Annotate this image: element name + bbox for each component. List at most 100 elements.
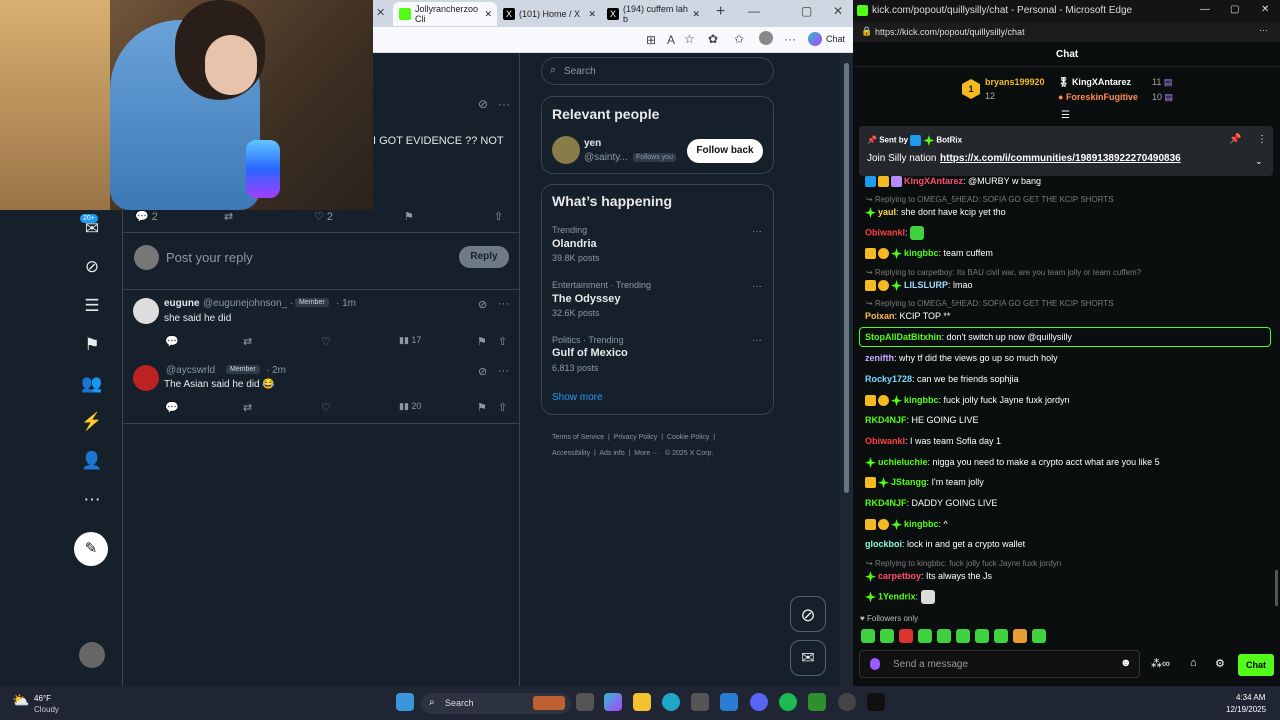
show-more-link[interactable]: Show more: [552, 392, 603, 403]
emote-icon[interactable]: [1013, 629, 1027, 643]
trend-name[interactable]: Olandria: [552, 238, 597, 250]
trend-name[interactable]: The Odyssey: [552, 293, 620, 305]
more-icon[interactable]: ···: [752, 226, 762, 237]
reply-input[interactable]: Post your reply: [166, 250, 253, 265]
bookmark-icon[interactable]: ⚑: [404, 210, 414, 223]
more-options-icon[interactable]: ⋯: [81, 489, 103, 511]
pinned-link[interactable]: https://x.com/i/communities/198913892227…: [940, 153, 1181, 164]
avatar[interactable]: [133, 365, 159, 391]
close-icon[interactable]: ✕: [692, 9, 700, 20]
more-icon[interactable]: ···: [498, 365, 509, 377]
close-icon[interactable]: ✕: [588, 9, 596, 20]
reply-button[interactable]: Reply: [459, 246, 509, 268]
spotify-icon[interactable]: [779, 693, 797, 711]
link-icon[interactable]: ⁂∞: [1151, 657, 1170, 670]
gifter-2[interactable]: 🎖 KingXAntarez: [1058, 77, 1131, 88]
reply-icon[interactable]: 💬: [165, 335, 179, 348]
chat-message[interactable]: 1Yendrix:: [865, 590, 935, 604]
kick-address-bar[interactable]: 🔒 https://kick.com/popout/quillysilly/ch…: [853, 22, 1280, 42]
person-name[interactable]: yen: [584, 138, 601, 149]
chat-label[interactable]: Chat: [826, 34, 845, 44]
emote-icon[interactable]: [975, 629, 989, 643]
chat-message[interactable]: kingbbc: fuck jolly fuck Jayne fuxk jord…: [865, 395, 1070, 407]
message-input[interactable]: Send a message ☻: [859, 650, 1140, 678]
reply-context[interactable]: ↪ Replying to kingbbc: fuck jolly fuck J…: [866, 559, 1061, 568]
reply-count[interactable]: 💬 2: [135, 210, 158, 223]
store-icon[interactable]: [691, 693, 709, 711]
reply-author-handle[interactable]: @aycswrld: [166, 365, 215, 376]
reply-context[interactable]: ↪ Replying to OMEGA_5HEAD: SOFIA GO GET …: [866, 299, 1114, 308]
pin-icon[interactable]: 📌: [1229, 134, 1241, 145]
microphone-icon[interactable]: [870, 658, 880, 670]
weather-temp[interactable]: 46°F: [34, 694, 51, 703]
compose-post-button[interactable]: ✎: [74, 532, 108, 566]
minimize-icon[interactable]: —: [748, 4, 760, 18]
top-gifter-name[interactable]: bryans199920: [985, 77, 1045, 87]
emote-icon[interactable]: [899, 629, 913, 643]
chat-message[interactable]: KingXAntarez: @MURBY w bang: [865, 176, 1041, 188]
reply-context[interactable]: ↪ Replying to carpetboy: Its BAU civil w…: [866, 268, 1141, 277]
scrollbar-thumb[interactable]: [1275, 570, 1278, 606]
settings-gear-icon[interactable]: ⚙: [1215, 657, 1225, 670]
chat-message[interactable]: glockboi: lock in and get a crypto walle…: [865, 539, 1025, 549]
chevron-down-icon[interactable]: ⌄: [1255, 156, 1263, 167]
task-view-icon[interactable]: [576, 693, 594, 711]
emote-icon[interactable]: [937, 629, 951, 643]
footer-link[interactable]: Accessibility: [552, 450, 590, 457]
close-icon[interactable]: ✕: [484, 9, 492, 20]
tiktok-icon[interactable]: [867, 693, 885, 711]
like-icon[interactable]: ♡: [321, 335, 331, 348]
obs-icon[interactable]: [838, 693, 856, 711]
chat-message[interactable]: JStangg: I'm team jolly: [865, 477, 984, 489]
reply-time[interactable]: · 1m: [336, 298, 356, 309]
tab-x-home[interactable]: X (101) Home / X ✕: [497, 2, 601, 26]
emoji-icon[interactable]: ☻: [1120, 657, 1132, 669]
profile-avatar[interactable]: [759, 31, 773, 45]
new-tab-icon[interactable]: +: [716, 3, 725, 21]
favorites-icon[interactable]: ✩: [734, 32, 744, 46]
share-icon[interactable]: ⇧: [498, 335, 507, 348]
clock-time[interactable]: 4:34 AM: [1236, 693, 1265, 702]
repost-icon[interactable]: ⇄: [243, 335, 252, 348]
more-icon[interactable]: ···: [752, 335, 762, 346]
edge-icon[interactable]: [662, 693, 680, 711]
follow-back-button[interactable]: Follow back: [687, 139, 763, 163]
maximize-icon[interactable]: ▢: [801, 4, 812, 18]
clock-date[interactable]: 12/19/2025: [1226, 705, 1266, 714]
start-icon[interactable]: [396, 693, 414, 711]
messages-button[interactable]: ✉: [790, 640, 826, 676]
emote-icon[interactable]: [880, 629, 894, 643]
reply-icon[interactable]: 💬: [165, 401, 179, 414]
close-window-icon[interactable]: ✕: [1261, 4, 1269, 15]
more-icon[interactable]: ···: [498, 97, 510, 111]
expand-icon[interactable]: ☰: [1061, 110, 1070, 121]
like-icon[interactable]: ♡: [321, 401, 331, 414]
url-text[interactable]: https://kick.com/popout/quillysilly/chat: [875, 27, 1025, 37]
like-count[interactable]: ♡ 2: [314, 210, 333, 223]
communities-icon[interactable]: 👥: [81, 373, 103, 395]
grok-icon[interactable]: ⊘: [478, 365, 487, 378]
favorite-icon[interactable]: ☆: [684, 32, 695, 46]
reply-time[interactable]: · 2m: [266, 365, 286, 376]
discord-icon[interactable]: [750, 693, 768, 711]
search-input[interactable]: ⌕ Search: [541, 57, 774, 85]
share-icon[interactable]: ⇧: [494, 210, 503, 223]
account-avatar[interactable]: [79, 642, 105, 668]
chat-message[interactable]: yaul: she dont have kcip yet tho: [865, 207, 1006, 219]
file-explorer-icon[interactable]: [633, 693, 651, 711]
premium-icon[interactable]: ⚡: [81, 411, 103, 433]
avatar[interactable]: [552, 136, 580, 164]
chat-message[interactable]: Poixan: KCIP TOP **: [865, 311, 950, 321]
read-aloud-icon[interactable]: A: [667, 33, 675, 47]
bookmarks-icon[interactable]: ⚑: [81, 334, 103, 356]
minimize-icon[interactable]: —: [1200, 4, 1210, 15]
views-count[interactable]: ▮▮ 17: [399, 335, 421, 346]
close-window-icon[interactable]: ✕: [833, 4, 843, 18]
mail-icon[interactable]: [720, 693, 738, 711]
avatar[interactable]: [133, 298, 159, 324]
chat-message[interactable]: uchieluchie: nigga you need to make a cr…: [865, 457, 1160, 469]
scrollbar[interactable]: [840, 53, 853, 686]
extensions-icon[interactable]: ✿: [708, 32, 718, 46]
footer-link[interactable]: Cookie Policy: [667, 434, 709, 441]
close-icon[interactable]: ✕: [376, 6, 385, 19]
